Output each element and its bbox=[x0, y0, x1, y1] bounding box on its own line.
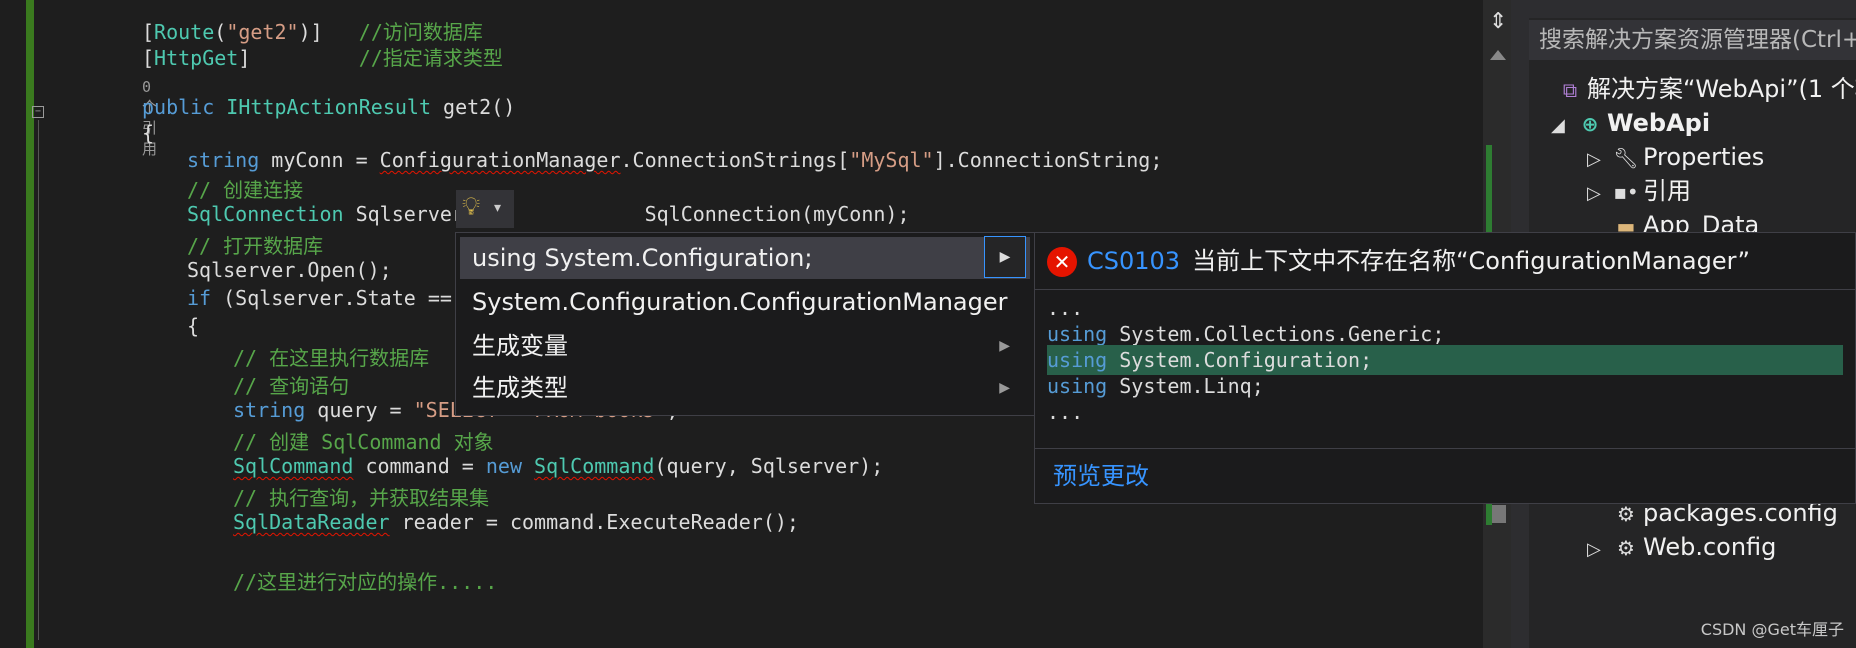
expanded-triangle-icon[interactable]: ◢ bbox=[1551, 109, 1573, 143]
divider bbox=[1035, 448, 1855, 449]
submenu-arrow-icon: ▶ bbox=[999, 338, 1010, 354]
error-message: 当前上下文中不存在名称“ConfigurationManager” bbox=[1192, 247, 1750, 275]
references-icon: ▪• bbox=[1613, 180, 1639, 204]
tree-item-references[interactable]: ▷ ▪• 引用 bbox=[1587, 174, 1691, 208]
code-line-sqlcommand: SqlCommand command = new SqlCommand(quer… bbox=[233, 454, 884, 478]
code-line-comment-operations: //这里进行对应的操作..... bbox=[233, 570, 498, 594]
error-icon: ✕ bbox=[1047, 247, 1077, 277]
submenu-arrow-button[interactable]: ▶ bbox=[984, 236, 1026, 278]
code-line-comment-execute-query: // 执行查询，并获取结果集 bbox=[233, 486, 490, 510]
tree-item-web-config[interactable]: ▷ ⚙ Web.config bbox=[1587, 530, 1776, 564]
code-line-method-signature: public IHttpActionResult get2() bbox=[142, 95, 516, 119]
code-line-httpget-attribute: [HttpGet] //指定请求类型 bbox=[142, 46, 503, 70]
quick-action-fully-qualify[interactable]: System.Configuration.ConfigurationManage… bbox=[460, 281, 1030, 323]
scroll-up-arrow-icon[interactable] bbox=[1490, 50, 1506, 60]
code-line-comment-create-command: // 创建 SqlCommand 对象 bbox=[233, 430, 494, 454]
code-line-comment-execute: // 在这里执行数据库 bbox=[233, 346, 430, 370]
code-line-comment-open-db: // 打开数据库 bbox=[187, 234, 324, 258]
collapsed-triangle-icon[interactable]: ▷ bbox=[1587, 143, 1609, 177]
chevron-right-icon: ▶ bbox=[999, 249, 1011, 265]
preview-line-ellipsis-bottom: ... bbox=[1047, 400, 1084, 424]
collapsed-triangle-icon[interactable]: ▷ bbox=[1587, 533, 1609, 567]
wrench-icon: 🔧︎ bbox=[1613, 146, 1639, 170]
watermark: CSDN @Get车厘子 bbox=[1700, 620, 1844, 639]
code-line-open-call: Sqlserver.Open(); bbox=[187, 258, 392, 282]
fix-preview-pane: ✕ CS0103 当前上下文中不存在名称“ConfigurationManager”… bbox=[1034, 232, 1856, 504]
code-line-datareader: SqlDataReader reader = command.ExecuteRe… bbox=[233, 510, 799, 534]
quick-action-generate-variable[interactable]: 生成变量 ▶ bbox=[460, 325, 1030, 367]
error-code-link[interactable]: CS0103 bbox=[1087, 247, 1180, 275]
code-line-comment-create-connection: // 创建连接 bbox=[187, 178, 304, 202]
editor-gutter bbox=[0, 0, 28, 648]
code-line-route-attribute: [Route("get2")] //访问数据库 bbox=[142, 20, 483, 44]
divider bbox=[1035, 289, 1855, 290]
split-window-icon[interactable]: ⇕ bbox=[1489, 8, 1507, 36]
tree-item-properties[interactable]: ▷ 🔧︎ Properties bbox=[1587, 140, 1764, 174]
code-line-if-state: if (Sqlserver.State == bbox=[187, 286, 452, 310]
tree-item-solution[interactable]: ⧉解决方案“WebApi”(1 个项目 bbox=[1553, 72, 1856, 106]
collapse-toggle-icon[interactable]: − bbox=[32, 106, 44, 118]
solution-explorer-toolbar bbox=[1529, 0, 1856, 18]
tree-item-webapi[interactable]: ◢ ⊕ WebApi bbox=[1551, 106, 1710, 140]
code-line-inner-brace: { bbox=[187, 314, 200, 338]
code-line-comment-query: // 查询语句 bbox=[233, 374, 350, 398]
code-line-connection-string: string myConn = ConfigurationManager.Con… bbox=[187, 148, 1163, 172]
chevron-down-icon[interactable]: ▾ bbox=[494, 200, 501, 216]
quick-action-using-system-configuration[interactable]: using System.Configuration; bbox=[460, 237, 1030, 279]
web-project-icon: ⊕ bbox=[1581, 112, 1599, 136]
submenu-arrow-icon: ▶ bbox=[999, 380, 1010, 396]
code-line-open-brace: { bbox=[142, 121, 155, 145]
solution-icon: ⧉ bbox=[1562, 78, 1578, 102]
solution-search-input[interactable]: 搜索解决方案资源管理器(Ctrl+;) bbox=[1529, 20, 1856, 60]
preview-changes-link[interactable]: 预览更改 bbox=[1053, 457, 1149, 495]
quick-action-generate-type[interactable]: 生成类型 ▶ bbox=[460, 367, 1030, 409]
error-squiggle-configurationmanager: ConfigurationManager bbox=[379, 148, 621, 172]
change-marker-bar bbox=[26, 0, 34, 648]
collapsed-triangle-icon[interactable]: ▷ bbox=[1587, 177, 1609, 211]
scrollbar-thumb[interactable] bbox=[1492, 505, 1506, 523]
config-icon: ⚙ bbox=[1617, 536, 1635, 560]
lightbulb-icon[interactable]: 💡︎ bbox=[462, 192, 480, 223]
error-header: ✕ CS0103 当前上下文中不存在名称“ConfigurationManager” bbox=[1047, 243, 1750, 279]
quick-actions-menu: using System.Configuration; System.Confi… bbox=[455, 232, 1035, 416]
code-line-sqlconnection: SqlConnection Sqlserver SqlConnection(my… bbox=[187, 202, 910, 226]
outline-guide bbox=[38, 120, 39, 640]
